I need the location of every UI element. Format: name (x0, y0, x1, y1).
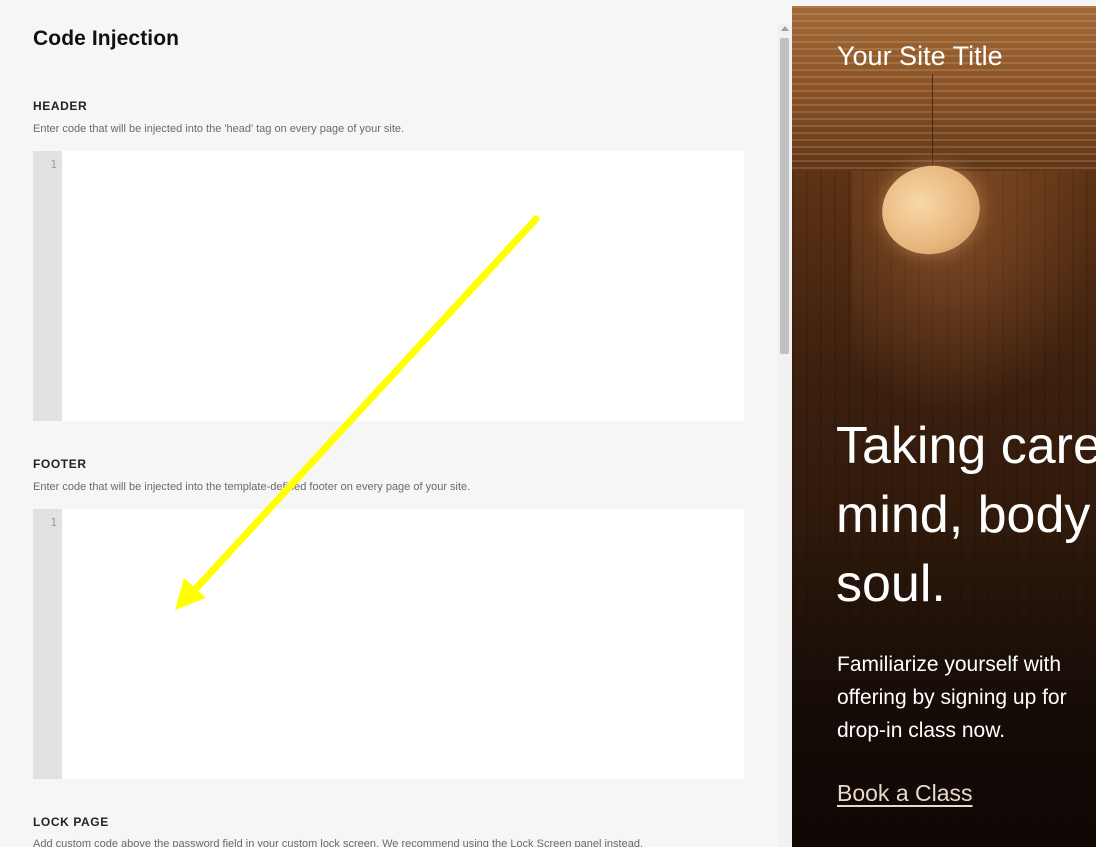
header-section-label: HEADER (33, 99, 88, 113)
hero-subtext: Familiarize yourself with offering by si… (837, 648, 1096, 747)
footer-code-input[interactable] (62, 509, 744, 779)
site-preview: Your Site Title Taking care mind, body s… (792, 6, 1096, 847)
hero-headline: Taking care mind, body soul. (836, 412, 1096, 619)
header-code-editor[interactable]: 1 (33, 151, 744, 421)
line-number: 1 (50, 516, 57, 529)
footer-section-label: FOOTER (33, 457, 87, 471)
header-section-description: Enter code that will be injected into th… (33, 123, 405, 135)
preview-background-ceiling (792, 6, 1096, 171)
header-editor-gutter: 1 (33, 151, 62, 421)
site-title[interactable]: Your Site Title (837, 41, 1003, 72)
scroll-up-arrow-icon[interactable] (781, 26, 789, 31)
hero-headline-line: mind, body (836, 486, 1091, 544)
lamp-cord (932, 74, 933, 170)
page-title: Code Injection (33, 27, 180, 50)
line-number: 1 (50, 158, 57, 171)
hero-subtext-line: drop-in class now. (837, 719, 1006, 742)
header-code-input[interactable] (62, 151, 744, 421)
hero-headline-line: soul. (836, 555, 946, 613)
code-injection-panel: Code Injection HEADER Enter code that wi… (0, 0, 778, 847)
lock-page-section-label: LOCK PAGE (33, 815, 109, 829)
hero-headline-line: Taking care (836, 417, 1096, 475)
panel-scrollbar[interactable] (778, 24, 792, 847)
hero-subtext-line: offering by signing up for (837, 686, 1067, 709)
footer-editor-gutter: 1 (33, 509, 62, 779)
lock-page-section-description: Add custom code above the password field… (33, 838, 644, 847)
scrollbar-thumb[interactable] (780, 38, 789, 354)
hero-subtext-line: Familiarize yourself with (837, 653, 1062, 676)
book-class-link[interactable]: Book a Class (837, 780, 973, 807)
footer-code-editor[interactable]: 1 (33, 509, 744, 779)
footer-section-description: Enter code that will be injected into th… (33, 481, 471, 493)
